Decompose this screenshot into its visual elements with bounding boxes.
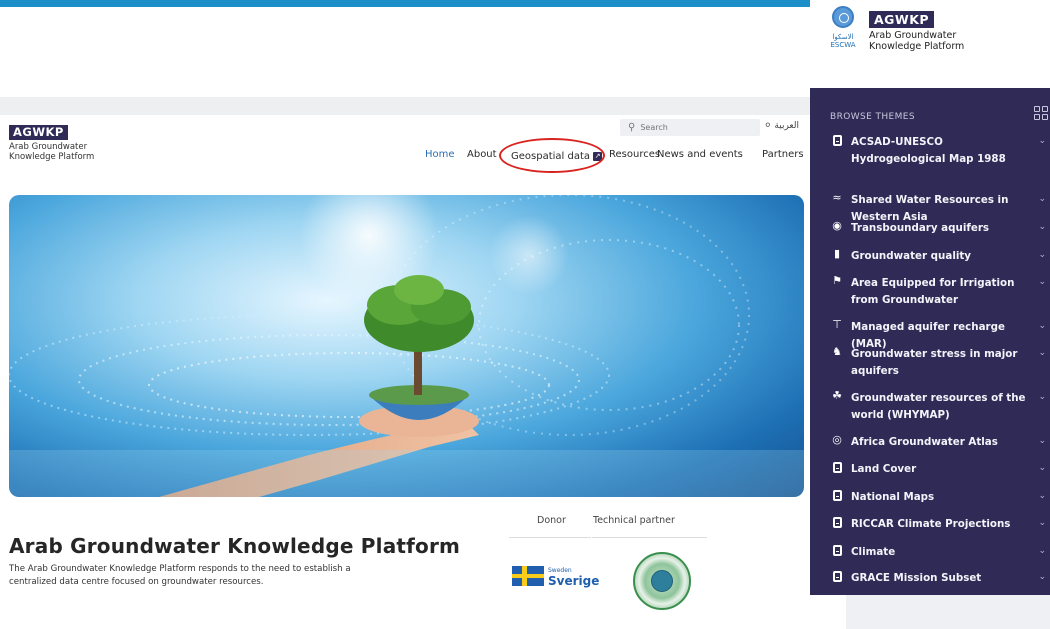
- theme-label: Transboundary aquifers: [851, 222, 990, 234]
- theme-label: Area Equipped for Irrigation from Ground…: [851, 277, 1015, 306]
- sweden-donor-logo[interactable]: Sweden Sverige: [512, 566, 600, 588]
- tap-icon: ♞: [832, 345, 842, 358]
- theme-label: GRACE Mission Subset: [851, 572, 982, 584]
- theme-item-groundwater-quality[interactable]: ▮ Groundwater quality ⌄: [830, 248, 1046, 265]
- nav-resources[interactable]: Resources: [609, 149, 660, 163]
- hero-banner-image: [9, 195, 804, 497]
- nav-news-and-events[interactable]: News and events: [657, 149, 743, 163]
- world-resources-icon: ☘: [832, 389, 842, 402]
- language-label: العربية: [774, 121, 800, 131]
- page-title: Arab Groundwater Knowledge Platform: [9, 534, 461, 558]
- highlight-annotation-ellipse: [499, 138, 605, 173]
- chevron-down-icon[interactable]: ⌄: [1038, 134, 1046, 148]
- escwa-label-en: ESCWA: [830, 41, 856, 49]
- technical-partner-seal-logo[interactable]: [633, 552, 691, 610]
- theme-label: Africa Groundwater Atlas: [851, 436, 998, 448]
- theme-item-national-maps[interactable]: National Maps ⌄: [830, 489, 1046, 506]
- panel-logo-title: AGWKP: [869, 11, 935, 28]
- language-switch[interactable]: ⚪ العربية: [764, 121, 799, 131]
- chevron-down-icon[interactable]: ⌄: [1038, 516, 1046, 530]
- theme-label: Groundwater quality: [851, 250, 972, 262]
- browse-themes-panel: BROWSE THEMES ACSAD-UNESCO Hydrogeologic…: [810, 88, 1050, 595]
- theme-item-africa-atlas[interactable]: ◎ Africa Groundwater Atlas ⌄: [830, 434, 1046, 451]
- theme-label: Land Cover: [851, 463, 917, 475]
- recharge-icon: ⊤: [832, 318, 842, 331]
- chevron-down-icon[interactable]: ⌄: [1038, 220, 1046, 234]
- irrigation-icon: ⚑: [832, 274, 842, 287]
- site-logo[interactable]: AGWKP Arab Groundwater Knowledge Platfor…: [9, 121, 94, 162]
- technical-partner-divider: [592, 537, 707, 538]
- chevron-down-icon[interactable]: ⌄: [1038, 275, 1046, 289]
- sweden-logo-text: Sweden Sverige: [548, 566, 600, 588]
- theme-item-grace[interactable]: GRACE Mission Subset ⌄: [830, 570, 1046, 587]
- browse-themes-label: BROWSE THEMES: [830, 112, 915, 122]
- atlas-globe-icon: ◎: [832, 433, 842, 446]
- donor-label: Donor: [537, 515, 566, 526]
- chevron-down-icon[interactable]: ⌄: [1038, 434, 1046, 448]
- theme-label: ACSAD-UNESCO Hydrogeological Map 1988: [851, 136, 1006, 165]
- swedish-flag-icon: [512, 566, 544, 586]
- panel-footer-strip: [846, 595, 1050, 629]
- escwa-label-ar: الاسكوا: [832, 33, 854, 41]
- escwa-label: الاسكوا ESCWA: [830, 33, 856, 49]
- theme-item-groundwater-stress[interactable]: ♞ Groundwater stress in major aquifers ⌄: [830, 346, 1046, 380]
- panel-logo-sub-2: Knowledge Platform: [869, 41, 965, 52]
- theme-item-climate[interactable]: Climate ⌄: [830, 544, 1046, 561]
- search-box[interactable]: ⚲: [620, 119, 760, 136]
- theme-label: Climate: [851, 546, 896, 558]
- site-logo-sub-1: Arab Groundwater: [9, 142, 88, 152]
- map-icon: [830, 489, 844, 503]
- chevron-down-icon[interactable]: ⌄: [1038, 489, 1046, 503]
- chevron-down-icon[interactable]: ⌄: [1038, 346, 1046, 360]
- globe-icon: ◉: [832, 219, 842, 232]
- water-glass-icon: ▮: [833, 247, 841, 260]
- theme-item-transboundary[interactable]: ◉ Transboundary aquifers ⌄: [830, 220, 1046, 237]
- un-emblem-icon: [832, 6, 854, 28]
- map-icon: [830, 544, 844, 558]
- nav-partners[interactable]: Partners: [762, 149, 804, 163]
- donor-divider: [509, 537, 591, 538]
- theme-label: Groundwater stress in major aquifers: [851, 348, 1018, 377]
- panel-logo[interactable]: AGWKP Arab Groundwater Knowledge Platfor…: [869, 9, 964, 52]
- chevron-down-icon[interactable]: ⌄: [1038, 544, 1046, 558]
- map-icon: [830, 516, 844, 530]
- site-logo-title: AGWKP: [9, 125, 68, 140]
- theme-label: RICCAR Climate Projections: [851, 518, 1011, 530]
- waves-icon: ≈: [832, 191, 842, 204]
- chevron-down-icon[interactable]: ⌄: [1038, 570, 1046, 584]
- theme-item-whymap[interactable]: ☘ Groundwater resources of the world (WH…: [830, 390, 1046, 424]
- map-icon: [830, 570, 844, 584]
- chevron-down-icon[interactable]: ⌄: [1038, 461, 1046, 475]
- theme-item-riccar[interactable]: RICCAR Climate Projections ⌄: [830, 516, 1046, 533]
- globe-icon: ⚪: [764, 121, 772, 131]
- nav-home[interactable]: Home: [425, 149, 455, 163]
- seal-globe-icon: [651, 570, 673, 592]
- header-divider-strip: [0, 97, 810, 115]
- chevron-down-icon[interactable]: ⌄: [1038, 390, 1046, 404]
- search-input[interactable]: [640, 123, 741, 132]
- map-icon: [830, 134, 844, 148]
- theme-item-acsad-unesco[interactable]: ACSAD-UNESCO Hydrogeological Map 1988 ⌄: [830, 134, 1046, 168]
- panel-logo-sub-1: Arab Groundwater: [869, 30, 957, 41]
- site-logo-sub-2: Knowledge Platform: [9, 152, 95, 162]
- page-description: The Arab Groundwater Knowledge Platform …: [9, 564, 351, 587]
- map-icon: [830, 461, 844, 475]
- technical-partner-label: Technical partner: [593, 515, 675, 526]
- theme-item-land-cover[interactable]: Land Cover ⌄: [830, 461, 1046, 478]
- theme-label: National Maps: [851, 491, 935, 503]
- chevron-down-icon[interactable]: ⌄: [1038, 192, 1046, 206]
- nav-about[interactable]: About: [467, 149, 497, 163]
- hero-illustration: [9, 195, 804, 497]
- theme-item-irrigation[interactable]: ⚑ Area Equipped for Irrigation from Grou…: [830, 275, 1046, 309]
- search-icon: ⚲: [628, 122, 636, 133]
- grid-view-icon[interactable]: [1034, 106, 1048, 120]
- chevron-down-icon[interactable]: ⌄: [1038, 319, 1046, 333]
- theme-label: Groundwater resources of the world (WHYM…: [851, 392, 1026, 421]
- sweden-big-text: Sverige: [548, 574, 600, 588]
- chevron-down-icon[interactable]: ⌄: [1038, 248, 1046, 262]
